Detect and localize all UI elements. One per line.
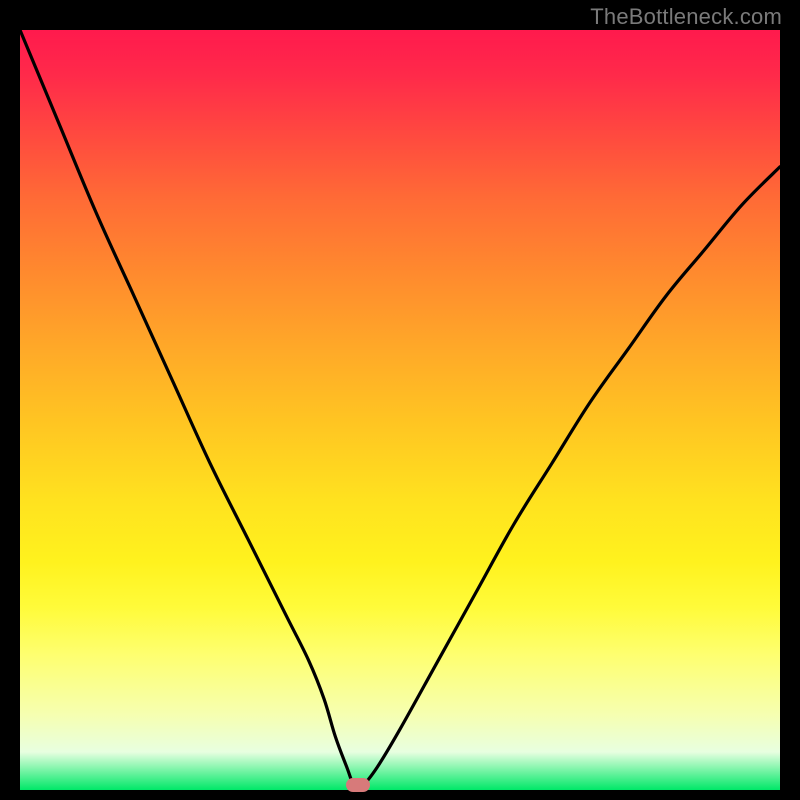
- chart-frame: TheBottleneck.com: [0, 0, 800, 800]
- watermark-text: TheBottleneck.com: [590, 4, 782, 30]
- bottleneck-curve: [20, 30, 780, 790]
- optimum-marker: [346, 778, 370, 792]
- plot-area: [20, 30, 780, 790]
